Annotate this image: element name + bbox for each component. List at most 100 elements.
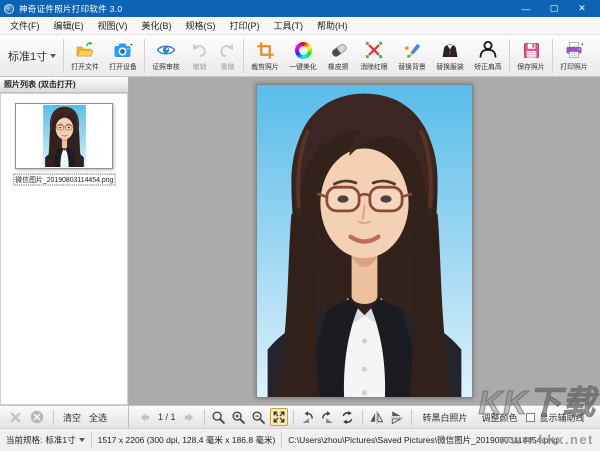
photo-list[interactable]: 微信图片_20190803114454.png	[0, 93, 128, 405]
crop-label: 裁剪照片	[251, 61, 279, 71]
statusbar: 当前规格: 标准1寸 1517 x 2206 (300 dpi, 128.4 毫…	[0, 428, 600, 451]
delete-photo-button[interactable]	[6, 408, 24, 426]
clear-list-button[interactable]: 清空	[61, 411, 83, 424]
menu-item-print[interactable]: 打印(P)	[223, 19, 267, 32]
eraser-button[interactable]: 橡皮擦	[322, 36, 355, 76]
prev-photo-button[interactable]	[135, 408, 153, 426]
bw-convert-button[interactable]: 转黑白照片	[417, 411, 474, 424]
open-device-button[interactable]: 打开设备	[104, 36, 142, 76]
status-spec-dropdown[interactable]: 当前规格: 标准1寸	[6, 434, 85, 446]
circle-x-icon	[30, 410, 44, 424]
bottom-toolbar: 清空 全选 1 / 1 转黑白照片 调整颜色 显示辅助线	[0, 405, 600, 428]
fit-screen-button[interactable]	[269, 408, 288, 426]
person-outline-icon	[478, 40, 498, 61]
save-button[interactable]: 保存照片	[512, 36, 550, 76]
crop-icon	[256, 40, 275, 61]
next-photo-button[interactable]	[181, 408, 199, 426]
portrait-photo[interactable]	[256, 84, 473, 398]
photo-review-button[interactable]: 证照审核	[147, 36, 185, 76]
toolbar-separator	[552, 38, 554, 73]
remove-redeye-button[interactable]: 消除红眼	[355, 36, 393, 76]
list-actions: 清空 全选	[0, 406, 129, 428]
menu-item-tools[interactable]: 工具(T)	[267, 19, 311, 32]
titlebar: 神奇证件照片打印软件 3.0 — ▢ ✕	[0, 0, 600, 17]
menubar: 文件(F) 编辑(E) 视图(V) 美化(B) 规格(S) 打印(P) 工具(T…	[0, 17, 600, 35]
fit-screen-icon	[273, 411, 284, 423]
remove-all-button[interactable]	[28, 408, 46, 426]
menu-item-help[interactable]: 帮助(H)	[310, 19, 355, 32]
crop-button[interactable]: 裁剪照片	[246, 36, 284, 76]
toolbar-separator	[509, 38, 511, 73]
open-file-label: 打开文件	[71, 61, 99, 71]
x-icon	[10, 412, 20, 422]
photo-thumbnail[interactable]	[15, 103, 113, 169]
menu-item-file[interactable]: 文件(F)	[3, 19, 47, 32]
save-label: 保存照片	[517, 61, 545, 71]
menu-item-spec[interactable]: 规格(S)	[179, 19, 223, 32]
preset-dropdown[interactable]: 标准1寸	[2, 38, 61, 74]
maximize-button[interactable]: ▢	[540, 0, 568, 17]
replace-clothes-button[interactable]: 替换服装	[431, 36, 469, 76]
canvas[interactable]	[129, 77, 600, 405]
eraser-icon	[329, 40, 349, 61]
flip-vertical-button[interactable]	[388, 408, 406, 426]
select-all-button[interactable]: 全选	[87, 411, 109, 424]
beautify-label: 一键美化	[289, 61, 317, 71]
zoom-in-icon	[232, 410, 245, 424]
brush-icon	[403, 40, 422, 61]
rotate-left-button[interactable]	[299, 408, 317, 426]
menu-item-edit[interactable]: 编辑(E)	[47, 19, 91, 32]
rotate-right-icon	[322, 410, 333, 423]
preset-label: 标准1寸	[8, 50, 48, 63]
fix-shoulders-button[interactable]: 矫正肩高	[469, 36, 507, 76]
redo-label: 重做	[220, 61, 235, 71]
open-file-button[interactable]: 打开文件	[66, 36, 104, 76]
open-device-label: 打开设备	[109, 61, 137, 71]
portrait-art	[257, 85, 472, 397]
photo-review-label: 证照审核	[152, 61, 180, 71]
replace-background-button[interactable]: 替换背景	[393, 36, 431, 76]
photo-list-panel: 照片列表 (双击打开) 微信图片_20190803114454.png	[0, 77, 129, 405]
menu-item-beautify[interactable]: 美化(B)	[135, 19, 179, 32]
fix-shoulders-label: 矫正肩高	[474, 61, 502, 71]
redo-button[interactable]: 重做	[213, 36, 241, 76]
rotate-right-button[interactable]	[319, 408, 337, 426]
separator	[292, 409, 294, 425]
replace-clothes-label: 替换服装	[436, 61, 464, 71]
separator	[361, 409, 363, 425]
thumbnail-portrait	[42, 105, 86, 167]
redeye-icon	[365, 40, 383, 61]
colorwheel-icon	[294, 40, 312, 61]
window-title: 神奇证件照片打印软件 3.0	[19, 3, 123, 14]
minimize-button[interactable]: —	[512, 0, 540, 17]
status-spec-value: 标准1寸	[45, 435, 76, 445]
camera-icon	[113, 40, 133, 61]
redo-icon	[217, 40, 237, 61]
viewer-controls: 1 / 1 转黑白照片 调整颜色 显示辅助线	[129, 406, 600, 428]
arrow-right-icon	[184, 412, 194, 422]
toolbar-separator	[63, 38, 65, 73]
main-area: 照片列表 (双击打开) 微信图片_20190803114454.png	[0, 77, 600, 405]
toolbar: 标准1寸 打开文件 打开设备 证照审核 撤销 重做 裁剪照片 一键美化 橡皮擦 …	[0, 35, 600, 77]
zoom-tool-button[interactable]	[210, 408, 228, 426]
separator	[53, 409, 54, 425]
undo-button[interactable]: 撤销	[185, 36, 213, 76]
show-guides-checkbox[interactable]	[525, 412, 535, 422]
menu-item-view[interactable]: 视图(V)	[91, 19, 135, 32]
photo-filename[interactable]: 微信图片_20190803114454.png	[13, 173, 115, 186]
chevron-down-icon	[50, 53, 57, 58]
print-label: 打印照片	[560, 61, 588, 71]
status-file-path: C:\Users\zhou\Pictures\Saved Pictures\微信…	[288, 435, 558, 445]
rotate-cycle-icon	[342, 410, 353, 424]
flip-horizontal-button[interactable]	[368, 408, 386, 426]
close-button[interactable]: ✕	[568, 0, 596, 17]
rotate-180-button[interactable]	[339, 408, 357, 426]
separator	[281, 433, 283, 447]
print-button[interactable]: 打印照片	[555, 36, 593, 76]
zoom-in-button[interactable]	[230, 408, 248, 426]
magnifier-icon	[212, 410, 225, 424]
rotate-left-icon	[302, 410, 313, 423]
beautify-button[interactable]: 一键美化	[284, 36, 322, 76]
adjust-color-button[interactable]: 调整颜色	[476, 411, 524, 424]
zoom-out-button[interactable]	[250, 408, 268, 426]
